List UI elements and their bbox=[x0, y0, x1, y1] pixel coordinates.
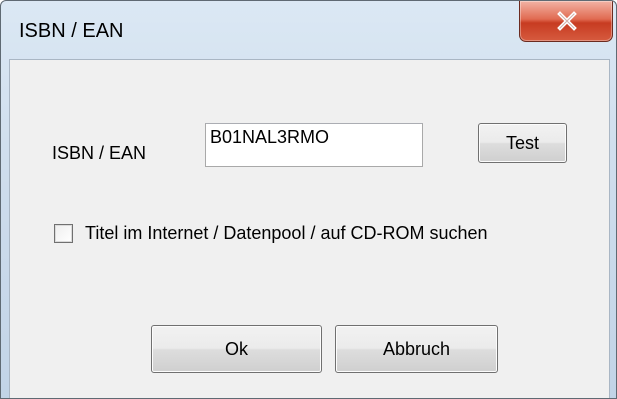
search-online-label: Titel im Internet / Datenpool / auf CD-R… bbox=[85, 223, 488, 243]
window-title: ISBN / EAN bbox=[19, 20, 124, 42]
close-icon bbox=[557, 11, 577, 31]
dialog-content: ISBN / EAN B01NAL3RMO Test Titel im Inte… bbox=[9, 59, 610, 398]
close-button[interactable] bbox=[519, 1, 613, 42]
isbn-input[interactable]: B01NAL3RMO bbox=[205, 123, 423, 167]
isbn-label: ISBN / EAN bbox=[52, 143, 147, 163]
dialog-window: ISBN / EAN ISBN / EAN B01NAL3RMO Test Ti… bbox=[0, 0, 617, 399]
test-button[interactable]: Test bbox=[478, 123, 567, 163]
ok-button[interactable]: Ok bbox=[151, 325, 322, 373]
search-online-checkbox[interactable] bbox=[54, 224, 73, 243]
cancel-button[interactable]: Abbruch bbox=[335, 325, 498, 373]
title-bar[interactable]: ISBN / EAN bbox=[1, 1, 616, 59]
